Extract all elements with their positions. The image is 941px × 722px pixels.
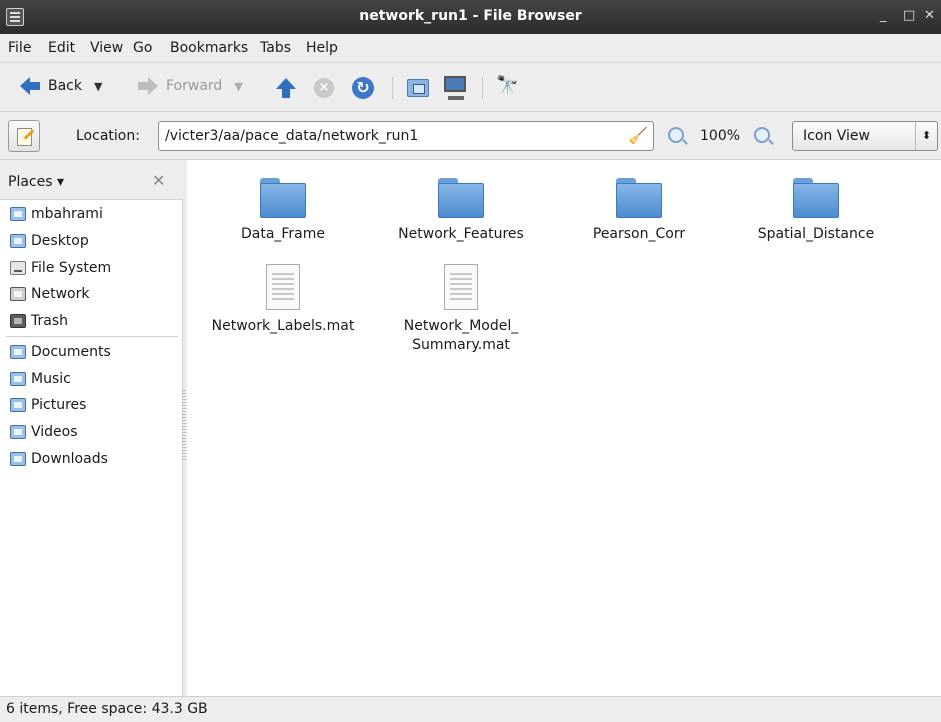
zoom-level: 100% (700, 128, 741, 144)
up-icon[interactable] (276, 78, 296, 98)
menu-bookmarks[interactable]: Bookmarks (170, 40, 248, 56)
places-header: Places ▾ ✕ (0, 160, 183, 200)
stop-icon[interactable]: × (314, 78, 334, 98)
file-view: Data_Frame Network_Features Pearson_Corr… (187, 160, 941, 696)
chevron-down-icon[interactable]: ▼ (234, 80, 242, 93)
sidebar-item-downloads[interactable]: Downloads (10, 451, 108, 467)
forward-arrow-icon (138, 77, 158, 95)
home-icon[interactable] (407, 79, 429, 97)
search-icon[interactable]: 🔭 (496, 75, 518, 96)
maximize-button[interactable]: □ (903, 8, 915, 23)
item-name: Spatial_Distance (757, 226, 875, 242)
status-bar: 6 items, Free space: 43.3 GB (0, 696, 941, 722)
reload-icon[interactable]: ↻ (352, 77, 374, 99)
documents-folder-icon (10, 345, 26, 359)
menu-bar: File Edit View Go Bookmarks Tabs Help (0, 34, 941, 62)
sidebar-item-label: Music (31, 371, 71, 387)
pane-resize-handle[interactable] (182, 390, 186, 460)
sidebar-item-label: File System (31, 260, 112, 276)
window-title: network_run1 - File Browser (359, 8, 582, 24)
item-name: Network_Labels.mat (211, 318, 355, 334)
videos-folder-icon (10, 425, 26, 439)
document-icon (444, 264, 478, 310)
location-label: Location: (76, 128, 140, 144)
network-icon (10, 287, 26, 301)
sidebar-item-home[interactable]: mbahrami (10, 206, 103, 222)
menu-view[interactable]: View (90, 40, 123, 56)
title-bar: network_run1 - File Browser _ □ ✕ (0, 0, 941, 34)
file-item[interactable]: Network_Model_ Summary.mat (376, 264, 546, 355)
folder-item[interactable]: Network_Features (376, 178, 546, 244)
sidebar-item-label: Desktop (31, 233, 89, 249)
computer-icon[interactable] (444, 76, 466, 100)
view-mode-select[interactable]: Icon View ⬍ (792, 121, 938, 151)
close-sidebar-icon[interactable]: ✕ (152, 171, 165, 190)
sidebar-item-label: Trash (31, 313, 68, 329)
folder-item[interactable]: Pearson_Corr (554, 178, 724, 244)
folder-icon (616, 178, 662, 218)
menu-help[interactable]: Help (306, 40, 338, 56)
file-item[interactable]: Network_Labels.mat (198, 264, 368, 336)
sidebar-item-desktop[interactable]: Desktop (10, 233, 89, 249)
document-icon (266, 264, 300, 310)
sidebar-item-documents[interactable]: Documents (10, 344, 111, 360)
sidebar-item-label: Network (31, 286, 90, 302)
menu-go[interactable]: Go (133, 40, 152, 56)
menu-edit[interactable]: Edit (48, 40, 75, 56)
sidebar-item-music[interactable]: Music (10, 371, 71, 387)
sidebar-item-trash[interactable]: Trash (10, 313, 68, 329)
downloads-folder-icon (10, 452, 26, 466)
chevron-down-icon[interactable]: ▼ (94, 80, 102, 93)
clear-location-icon[interactable]: 🧹 (628, 126, 648, 145)
forward-label: Forward (166, 78, 223, 94)
back-label: Back (48, 78, 82, 94)
minimize-button[interactable]: _ (880, 8, 887, 23)
sidebar-divider (6, 336, 178, 337)
status-text: 6 items, Free space: 43.3 GB (6, 701, 208, 717)
item-name: Network_Model_ Summary.mat (403, 318, 519, 353)
places-dropdown[interactable]: Places ▾ (8, 174, 64, 190)
trash-icon (10, 314, 26, 328)
sidebar-item-label: Downloads (31, 451, 108, 467)
sidebar-item-label: Documents (31, 344, 111, 360)
back-arrow-icon (20, 77, 40, 95)
sidebar-item-label: Pictures (31, 397, 87, 413)
location-bar: Location: 🧹 100% Icon View ⬍ (0, 112, 941, 160)
sidebar-item-pictures[interactable]: Pictures (10, 397, 86, 413)
sidebar-item-label: Videos (31, 424, 78, 440)
toolbar-separator (482, 77, 483, 99)
close-button[interactable]: ✕ (924, 8, 935, 23)
edit-location-button[interactable] (8, 120, 40, 152)
folder-item[interactable]: Data_Frame (198, 178, 368, 244)
folder-icon (438, 178, 484, 218)
sidebar-item-network[interactable]: Network (10, 286, 89, 302)
view-mode-value: Icon View (803, 128, 870, 144)
menu-tabs[interactable]: Tabs (260, 40, 291, 56)
music-folder-icon (10, 372, 26, 386)
menu-file[interactable]: File (8, 40, 31, 56)
desktop-icon (10, 234, 26, 248)
toolbar: Back ▼ Forward ▼ × ↻ 🔭 (0, 62, 941, 112)
item-name: Data_Frame (240, 226, 326, 242)
folder-icon (260, 178, 306, 218)
zoom-out-icon[interactable] (668, 127, 684, 143)
pictures-folder-icon (10, 398, 26, 412)
chevron-updown-icon: ⬍ (915, 122, 937, 150)
location-input[interactable] (158, 121, 654, 151)
folder-item[interactable]: Spatial_Distance (731, 178, 901, 244)
sidebar-item-filesystem[interactable]: File System (10, 260, 111, 276)
drive-icon (10, 261, 26, 275)
home-folder-icon (10, 207, 26, 221)
back-button[interactable]: Back ▼ (20, 77, 102, 95)
places-sidebar: Places ▾ ✕ mbahrami Desktop File System … (0, 160, 183, 696)
pencil-icon (23, 129, 35, 140)
forward-button[interactable]: Forward ▼ (138, 77, 243, 95)
item-name: Pearson_Corr (592, 226, 686, 242)
item-name: Network_Features (398, 226, 524, 242)
sidebar-item-videos[interactable]: Videos (10, 424, 78, 440)
zoom-in-icon[interactable] (754, 127, 770, 143)
sidebar-item-label: mbahrami (31, 206, 103, 222)
folder-icon (793, 178, 839, 218)
toolbar-separator (392, 77, 393, 99)
